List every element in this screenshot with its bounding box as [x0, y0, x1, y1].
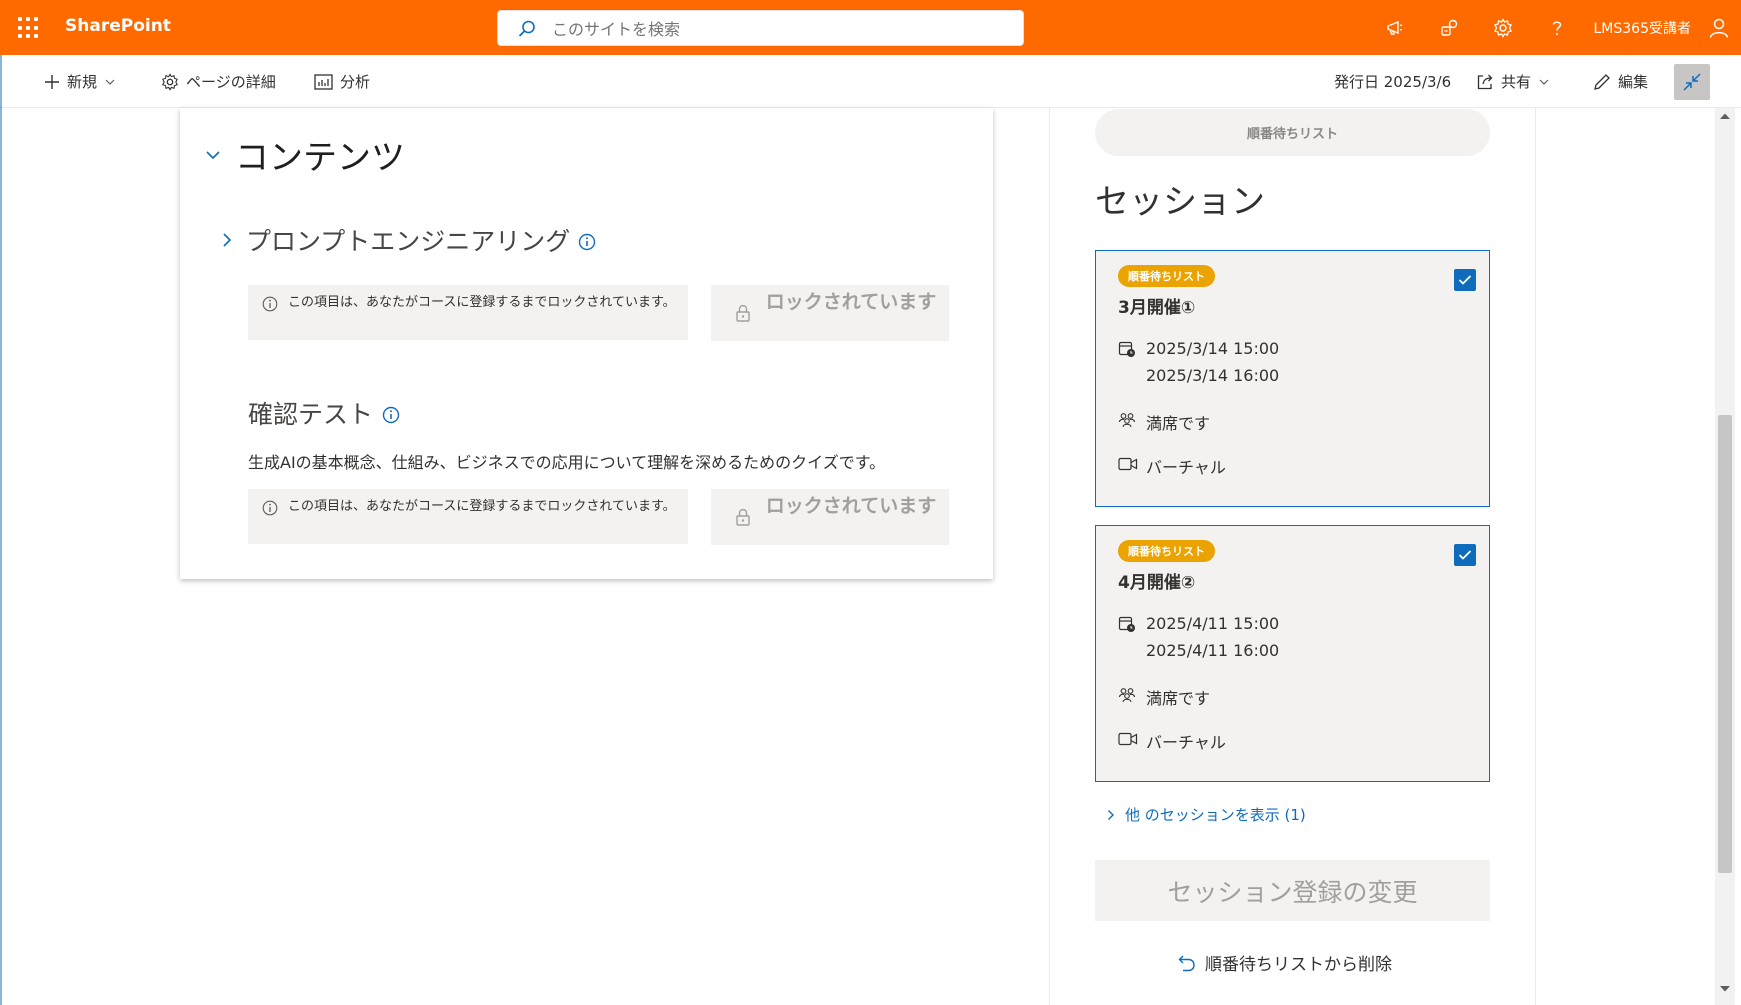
session-location: バーチャル	[1146, 458, 1226, 477]
waitlist-badge: 順番待ちリスト	[1118, 265, 1215, 287]
plus-icon	[45, 74, 59, 89]
more-sessions-label: 他 のセッションを表示 (1)	[1125, 806, 1306, 824]
info-icon	[262, 500, 278, 516]
locked-button[interactable]: ロックされています	[711, 489, 949, 545]
share-button[interactable]: 共有	[1476, 55, 1549, 108]
session-start: 2025/4/11 15:00	[1146, 614, 1280, 633]
chevron-right-icon	[223, 233, 232, 247]
more-sessions-link[interactable]: 他 のセッションを表示 (1)	[1107, 804, 1306, 825]
session-card[interactable]: 順番待ちリスト 3月開催① 2025/3/14 15:00 2025/3/14 …	[1095, 250, 1490, 507]
analytics-button[interactable]: 分析	[314, 55, 370, 108]
scroll-up-arrow-icon[interactable]	[1719, 112, 1731, 120]
session-checkbox[interactable]	[1454, 269, 1476, 291]
new-button[interactable]: 新規	[44, 55, 115, 108]
chevron-down-icon	[206, 150, 220, 159]
left-edge-strip	[0, 55, 2, 1005]
sessions-heading: セッション	[1095, 182, 1265, 222]
remove-from-waitlist-button[interactable]: 順番待ちリストから削除	[1178, 950, 1392, 975]
test-header: 確認テスト	[248, 395, 400, 431]
session-capacity: 満席です	[1146, 414, 1211, 433]
share-icon	[1477, 74, 1493, 89]
suite-bar: SharePoint LMS365受講者	[0, 0, 1741, 55]
module-header[interactable]: プロンプトエンジニアリング	[222, 222, 596, 258]
module-title: プロンプトエンジニアリング	[246, 227, 571, 256]
lock-icon	[736, 304, 750, 322]
lock-notice: この項目は、あなたがコースに登録するまでロックされています。	[248, 489, 688, 544]
undo-icon	[1178, 955, 1195, 971]
content-section-header[interactable]: コンテンツ	[205, 130, 405, 179]
sharepoint-connect-icon[interactable]	[1422, 0, 1476, 55]
person-icon[interactable]	[1697, 0, 1741, 55]
people-icon	[1118, 688, 1136, 703]
calendar-clock-icon	[1118, 616, 1135, 632]
video-camera-icon	[1118, 457, 1138, 471]
megaphone-icon[interactable]	[1368, 0, 1422, 55]
collapse-icon	[1683, 73, 1701, 91]
content-heading: コンテンツ	[235, 138, 405, 178]
remove-from-waitlist-label: 順番待ちリストから削除	[1205, 955, 1392, 975]
app-launcher-icon[interactable]	[18, 17, 40, 39]
video-camera-icon	[1118, 732, 1138, 746]
published-date: 発行日 2025/3/6	[1334, 73, 1452, 91]
scrollbar-thumb[interactable]	[1718, 415, 1732, 873]
test-title: 確認テスト	[248, 400, 374, 429]
locked-button[interactable]: ロックされています	[711, 285, 949, 341]
page-details-label: ページの詳細	[186, 73, 276, 91]
page-details-button[interactable]: ページの詳細	[161, 55, 276, 108]
session-end: 2025/3/14 16:00	[1146, 366, 1280, 385]
app-name[interactable]: SharePoint	[65, 16, 171, 36]
locked-label: ロックされています	[765, 291, 937, 313]
waitlist-status-pill: 順番待ちリスト	[1095, 109, 1490, 156]
session-end: 2025/4/11 16:00	[1146, 641, 1280, 660]
lock-notice-text: この項目は、あなたがコースに登録するまでロックされています。	[288, 499, 676, 514]
edit-label: 編集	[1618, 73, 1649, 91]
analytics-label: 分析	[340, 73, 371, 91]
lock-notice: この項目は、あなたがコースに登録するまでロックされています。	[248, 285, 688, 340]
gear-icon[interactable]	[1476, 0, 1530, 55]
test-description: 生成AIの基本概念、仕組み、ビジネスでの応用について理解を深めるためのクイズです…	[248, 453, 886, 472]
collapse-button[interactable]	[1674, 64, 1710, 100]
locked-label: ロックされています	[765, 495, 937, 517]
waitlist-badge: 順番待ちリスト	[1118, 540, 1215, 562]
analytics-icon	[314, 73, 333, 90]
info-icon[interactable]	[382, 406, 400, 424]
help-icon[interactable]	[1530, 0, 1584, 55]
share-label: 共有	[1501, 73, 1532, 91]
info-icon[interactable]	[578, 233, 596, 251]
new-label: 新規	[67, 73, 98, 91]
change-registration-button[interactable]: セッション登録の変更	[1095, 860, 1490, 921]
info-icon	[262, 296, 278, 312]
session-checkbox[interactable]	[1454, 544, 1476, 566]
chevron-down-icon	[1539, 79, 1549, 85]
checkmark-icon	[1458, 550, 1472, 560]
scroll-down-arrow-icon[interactable]	[1719, 985, 1731, 993]
session-capacity: 満席です	[1146, 689, 1211, 708]
search-box[interactable]	[497, 10, 1024, 46]
search-input[interactable]	[552, 17, 992, 41]
session-name: 3月開催①	[1118, 298, 1196, 318]
user-name[interactable]: LMS365受講者	[1584, 18, 1698, 38]
lock-notice-text: この項目は、あなたがコースに登録するまでロックされています。	[288, 295, 676, 310]
lock-icon	[736, 508, 750, 526]
gear-icon	[162, 72, 178, 91]
session-card[interactable]: 順番待ちリスト 4月開催② 2025/4/11 15:00 2025/4/11 …	[1095, 525, 1490, 782]
chevron-right-icon	[1108, 809, 1114, 820]
session-start: 2025/3/14 15:00	[1146, 339, 1280, 358]
pencil-icon	[1594, 73, 1610, 90]
chevron-down-icon	[105, 79, 115, 85]
session-name: 4月開催②	[1118, 573, 1196, 593]
people-icon	[1118, 413, 1136, 428]
edit-button[interactable]: 編集	[1593, 55, 1648, 108]
checkmark-icon	[1458, 275, 1472, 285]
session-location: バーチャル	[1146, 733, 1226, 752]
command-bar: 新規 ページの詳細 分析 発行日 2025/3/6 共有 編集	[0, 55, 1741, 108]
calendar-clock-icon	[1118, 341, 1135, 357]
search-icon	[518, 20, 535, 37]
